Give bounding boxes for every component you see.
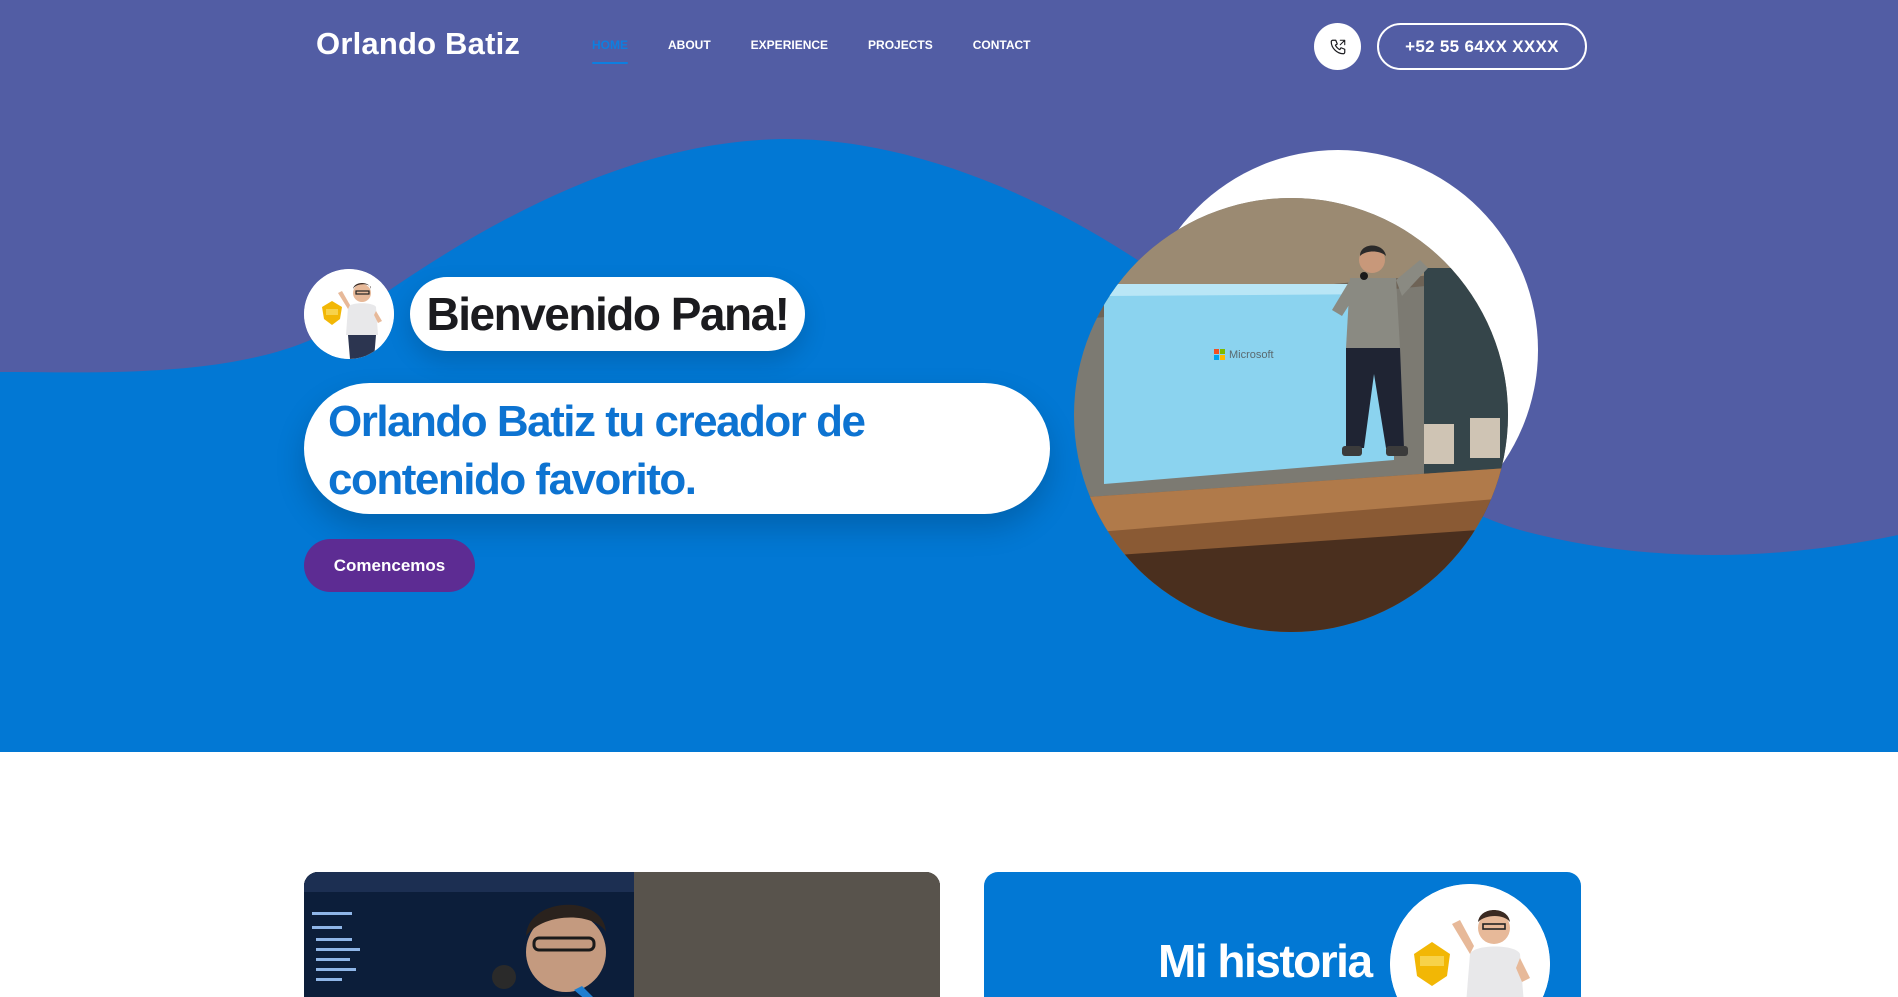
nav-projects[interactable]: PROJECTS [868, 38, 933, 66]
nav-home[interactable]: HOME [592, 38, 628, 66]
phone-icon [1330, 39, 1345, 54]
hero-wave-background [0, 0, 1898, 752]
story-avatar [1390, 884, 1550, 997]
avatar-illustration [304, 269, 394, 359]
story-card: Mi historia [984, 872, 1581, 997]
phone-number-button[interactable]: +52 55 64XX XXXX [1377, 23, 1587, 70]
hero-headline: Orlando Batiz tu creador de contenido fa… [328, 397, 866, 504]
greeting-pill: Bienvenido Pana! [410, 277, 805, 351]
nav-about[interactable]: ABOUT [668, 38, 711, 66]
nav-experience[interactable]: EXPERIENCE [751, 38, 828, 66]
hero-section: Orlando Batiz HOME ABOUT EXPERIENCE PROJ… [0, 0, 1898, 752]
brand-logo[interactable]: Orlando Batiz [316, 26, 520, 62]
screen-logo-text: Microsoft [1229, 349, 1274, 361]
headline-card: Orlando Batiz tu creador de contenido fa… [304, 383, 1050, 514]
nav-contact[interactable]: CONTACT [973, 38, 1031, 66]
greeting-text: Bienvenido Pana! [426, 288, 790, 340]
hero-photo-speaker: Microsoft [1074, 198, 1508, 632]
story-photo-speaker [304, 872, 940, 997]
story-photo-illustration [304, 872, 940, 997]
start-button[interactable]: Comencemos [304, 539, 475, 592]
story-title: Mi historia [1158, 935, 1373, 987]
phone-call-button[interactable] [1314, 23, 1361, 70]
avatar [304, 269, 394, 359]
main-nav: HOME ABOUT EXPERIENCE PROJECTS CONTACT [592, 38, 1031, 66]
story-avatar-illustration [1390, 884, 1550, 997]
